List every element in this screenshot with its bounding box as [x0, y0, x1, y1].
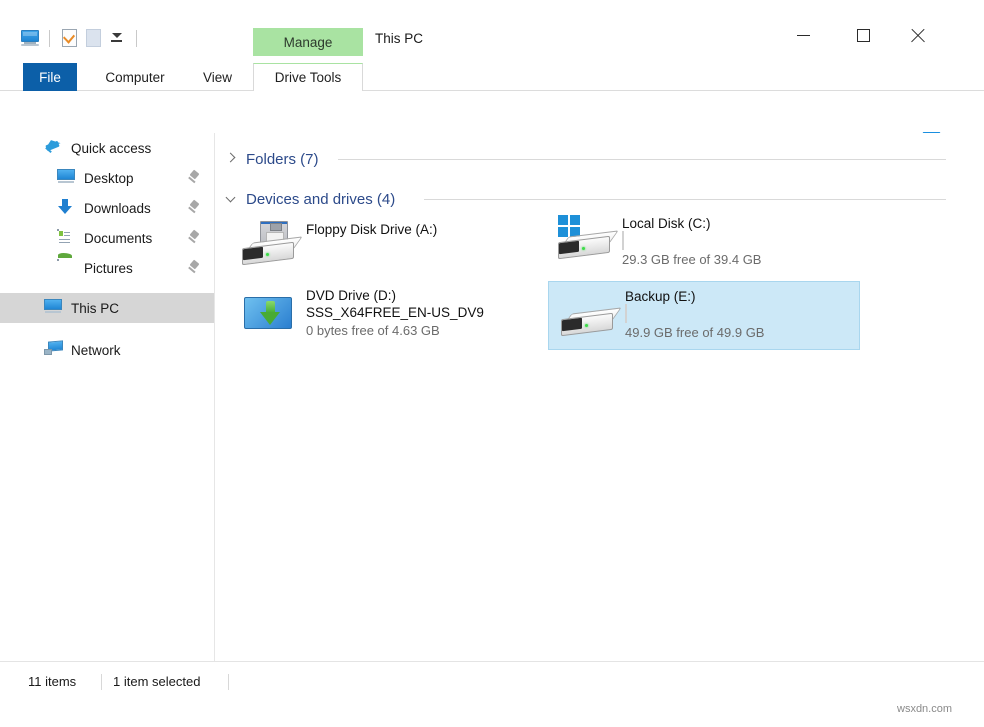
drive-tile-local-disk-c[interactable]: Local Disk (C:) 29.3 GB free of 39.4 GB — [546, 209, 858, 276]
drive-free-space: 0 bytes free of 4.63 GB — [306, 323, 440, 338]
pictures-icon — [57, 253, 77, 277]
desktop-icon — [57, 169, 77, 187]
drive-volume-label: SSS_X64FREE_EN-US_DV9 — [306, 305, 484, 320]
group-header-label: Folders (7) — [246, 150, 319, 168]
tab-computer[interactable]: Computer — [97, 63, 173, 91]
sidebar-item-label: Quick access — [71, 140, 152, 156]
sidebar-item-downloads[interactable]: Downloads — [0, 193, 214, 223]
tab-file-label: File — [39, 69, 61, 85]
sidebar-item-label: This PC — [71, 300, 120, 316]
tab-view[interactable]: View — [190, 63, 245, 91]
group-header-folders[interactable]: Folders (7) — [224, 147, 319, 171]
status-divider — [101, 674, 102, 690]
hard-disk-icon — [557, 288, 622, 338]
sidebar-item-label: Downloads — [84, 200, 151, 216]
window-title: This PC — [375, 31, 424, 46]
contextual-tab-group-label: Manage — [283, 34, 333, 50]
status-bar: 11 items 1 item selected — [0, 661, 984, 701]
new-folder-icon[interactable] — [81, 27, 105, 49]
items-view: Folders (7) Devices and drives (4) Flopp… — [216, 133, 984, 661]
minimize-button[interactable] — [780, 20, 826, 50]
sidebar-item-quick-access[interactable]: Quick access — [0, 133, 214, 163]
group-divider — [424, 199, 946, 200]
close-button[interactable] — [894, 20, 940, 50]
properties-icon[interactable] — [57, 27, 81, 49]
navigation-bar: › This PC ↻ 🔍 — [0, 92, 984, 217]
sidebar-item-this-pc[interactable]: This PC — [0, 293, 214, 323]
drive-name: Backup (E:) — [625, 289, 696, 304]
sidebar-item-documents[interactable]: Documents — [0, 223, 214, 253]
drive-free-space: 49.9 GB free of 49.9 GB — [625, 325, 765, 340]
group-header-devices[interactable]: Devices and drives (4) — [224, 187, 395, 211]
sidebar-item-label: Documents — [84, 230, 153, 246]
navigation-pane: Quick access Desktop Downloads Documents… — [0, 133, 215, 661]
network-icon — [44, 340, 64, 359]
drive-name: DVD Drive (D:) — [306, 288, 396, 303]
chevron-down-icon[interactable] — [224, 191, 240, 207]
floppy-drive-icon — [238, 221, 303, 271]
qat-divider-2 — [136, 29, 137, 47]
contextual-tab-group-manage[interactable]: Manage — [253, 28, 363, 56]
group-divider — [338, 159, 946, 160]
drive-tile-dvd[interactable]: DVD Drive (D:) SSS_X64FREE_EN-US_DV9 0 b… — [230, 281, 530, 347]
star-pin-icon — [43, 137, 64, 157]
dvd-drive-icon — [238, 287, 302, 337]
downloads-icon — [57, 199, 77, 217]
documents-icon — [57, 229, 77, 247]
qat-divider — [49, 29, 50, 47]
tab-file[interactable]: File — [23, 63, 77, 91]
ribbon-tab-strip: File Computer View Drive Tools ? — [0, 63, 984, 149]
pin-icon[interactable] — [188, 199, 200, 214]
sidebar-item-pictures[interactable]: Pictures — [0, 253, 214, 283]
pin-icon[interactable] — [188, 259, 200, 274]
drive-tile-backup-e[interactable]: Backup (E:) 49.9 GB free of 49.9 GB — [548, 281, 860, 350]
tab-drive-tools-label: Drive Tools — [274, 70, 342, 85]
sidebar-item-label: Network — [71, 342, 121, 358]
capacity-bar — [622, 231, 624, 250]
tab-computer-label: Computer — [105, 69, 165, 85]
this-pc-icon[interactable] — [18, 27, 42, 49]
minimize-icon — [796, 34, 810, 36]
sidebar-item-label: Pictures — [84, 260, 133, 276]
status-divider-2 — [228, 674, 229, 690]
group-header-label: Devices and drives (4) — [246, 190, 396, 208]
watermark: wsxdn.com — [897, 703, 953, 715]
capacity-bar — [625, 304, 627, 323]
sidebar-item-label: Desktop — [84, 170, 134, 186]
customize-dropdown-icon[interactable] — [105, 27, 129, 49]
quick-access-toolbar — [18, 27, 144, 49]
drive-tile-floppy[interactable]: Floppy Disk Drive (A:) — [230, 215, 530, 279]
title-bar: Manage This PC — [0, 0, 984, 63]
status-selection: 1 item selected — [113, 674, 201, 689]
drive-free-space: 29.3 GB free of 39.4 GB — [622, 252, 762, 267]
maximize-button[interactable] — [840, 20, 886, 50]
drive-name: Local Disk (C:) — [622, 216, 711, 231]
drive-name: Floppy Disk Drive (A:) — [306, 222, 438, 237]
this-pc-icon — [44, 299, 64, 317]
chevron-right-icon[interactable] — [224, 151, 240, 167]
sidebar-item-network[interactable]: Network — [0, 335, 214, 365]
content-area: Quick access Desktop Downloads Documents… — [0, 133, 984, 661]
close-icon — [910, 28, 925, 43]
local-disk-windows-icon — [554, 215, 619, 265]
pin-icon[interactable] — [188, 229, 200, 244]
maximize-icon — [856, 28, 870, 42]
tab-drive-tools[interactable]: Drive Tools — [253, 63, 363, 91]
tab-view-label: View — [202, 69, 233, 85]
status-item-count: 11 items — [28, 674, 77, 689]
pin-icon[interactable] — [188, 169, 200, 184]
sidebar-item-desktop[interactable]: Desktop — [0, 163, 214, 193]
